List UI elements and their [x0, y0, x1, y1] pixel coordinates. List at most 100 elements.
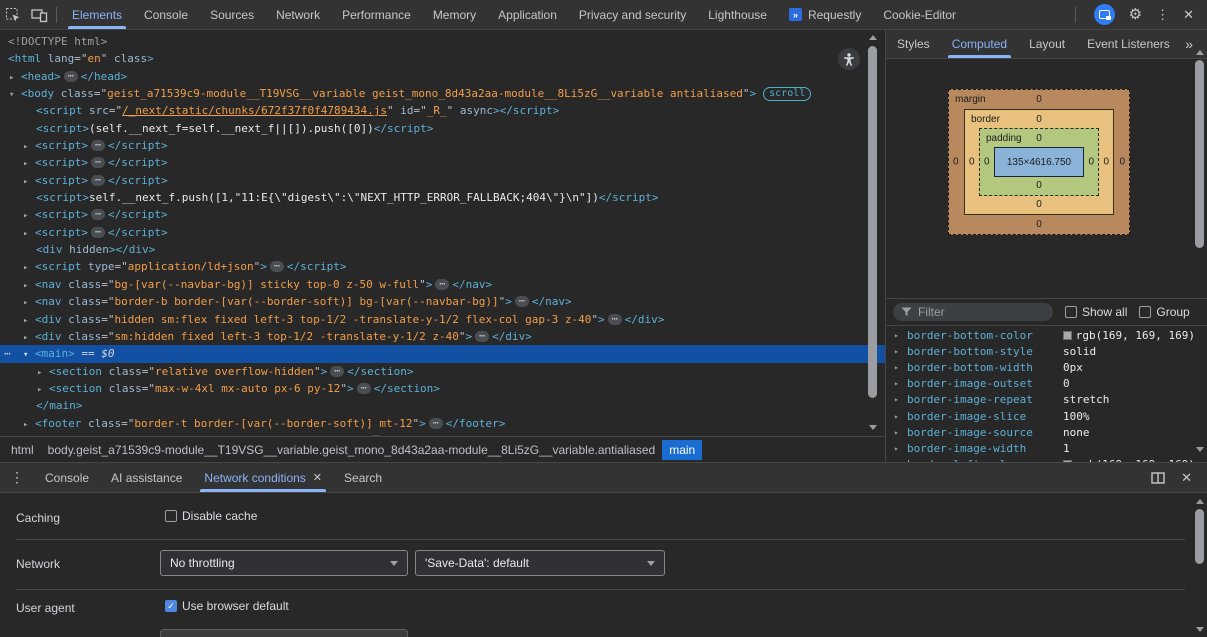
device-toolbar-icon[interactable]: [26, 2, 52, 28]
inline-expand-icon[interactable]: ⋯: [269, 261, 284, 273]
dom-tree-row[interactable]: ⋯ ▾ <main> == $0: [0, 345, 885, 363]
tab-network[interactable]: Network: [265, 0, 331, 29]
expand-arrow-icon[interactable]: ▸: [894, 444, 907, 453]
computed-property-row[interactable]: ▸ border-bottom-width 0px: [886, 359, 1195, 375]
inline-expand-icon[interactable]: ⋯: [90, 157, 106, 169]
accessibility-icon[interactable]: [838, 48, 860, 70]
box-model-content[interactable]: 135×4616.750: [994, 147, 1084, 177]
inline-expand-icon[interactable]: ⋯: [90, 226, 106, 238]
disable-cache-checkbox-box[interactable]: [165, 510, 177, 522]
dom-tree-row[interactable]: ▸ <section class="max-w-4xl mx-auto px-6 …: [0, 380, 885, 397]
expand-arrow-icon[interactable]: ▸: [894, 395, 907, 404]
dom-tree-row[interactable]: <script>self.__next_f.push([1,"11:E{\"di…: [0, 189, 885, 206]
computed-property-row[interactable]: ▸ border-image-slice 100%: [886, 408, 1195, 424]
drawer-menu-icon[interactable]: ⋮: [0, 469, 34, 486]
computed-property-row[interactable]: ▸ border-bottom-style solid: [886, 343, 1195, 359]
border-left-value[interactable]: 0: [969, 157, 975, 168]
use-browser-default-checkbox[interactable]: ✓ Use browser default: [165, 599, 289, 613]
tab-memory[interactable]: Memory: [422, 0, 487, 29]
computed-property-row[interactable]: ▸ border-image-repeat stretch: [886, 392, 1195, 408]
dom-tree-row[interactable]: ▸ <nav class="bg-[var(--navbar-bg)] stick…: [0, 276, 885, 293]
inline-expand-icon[interactable]: ⋯: [428, 417, 443, 429]
tab-elements[interactable]: Elements: [61, 0, 133, 29]
dom-tree-row[interactable]: ▸ <script> ⋯ </script>: [0, 206, 885, 223]
settings-gear-icon[interactable]: ⚙: [1129, 7, 1142, 22]
scroll-up-arrow[interactable]: [1196, 50, 1204, 55]
dom-tree-row[interactable]: ▸ <div class="hidden sm:flex fixed left-3…: [0, 311, 885, 328]
dom-tree-row[interactable]: ▾ <body class="geist_a71539c9-module__T19…: [0, 85, 885, 102]
dom-tree-row[interactable]: ▸ <div class="sm:hidden fixed left-3 top-…: [0, 328, 885, 345]
drawer-tab-console[interactable]: Console: [34, 463, 100, 492]
breadcrumb-item-main[interactable]: main: [662, 439, 703, 460]
dom-tree-row[interactable]: ▸ <head> ⋯ </head>: [0, 68, 885, 85]
expand-arrow-icon[interactable]: ▸: [894, 331, 907, 340]
inline-expand-icon[interactable]: ⋯: [607, 313, 622, 325]
show-all-checkbox[interactable]: Show all: [1065, 305, 1127, 319]
group-checkbox[interactable]: Group: [1139, 305, 1190, 319]
inline-expand-icon[interactable]: ⋯: [63, 70, 78, 82]
drawer-tab-ai-assistance[interactable]: AI assistance: [100, 463, 193, 492]
padding-bottom-value[interactable]: 0: [980, 180, 1098, 191]
throttling-select[interactable]: No throttling: [160, 550, 408, 576]
tab-sources[interactable]: Sources: [199, 0, 265, 29]
dom-tree-row[interactable]: </main>: [0, 397, 885, 414]
sidebar-tab-layout[interactable]: Layout: [1018, 30, 1076, 58]
margin-left-value[interactable]: 0: [953, 157, 959, 168]
tab-lighthouse[interactable]: Lighthouse: [697, 0, 778, 29]
padding-top-value[interactable]: 0: [980, 133, 1098, 144]
box-model-margin[interactable]: margin 0 0 0 0 border 0 0 0 0 padding 0 …: [948, 89, 1130, 235]
expand-arrow-icon[interactable]: ▸: [894, 428, 907, 437]
scrollbar-thumb[interactable]: [868, 46, 877, 398]
expand-arrow-icon[interactable]: ▸: [894, 347, 907, 356]
padding-right-value[interactable]: 0: [1088, 157, 1094, 168]
computed-property-row[interactable]: ▸ border-image-width 1: [886, 440, 1195, 456]
dom-tree-row[interactable]: ▸ <script> ⋯ </script>: [0, 172, 885, 189]
sidebar-tab-event-listeners[interactable]: Event Listeners: [1076, 30, 1181, 58]
padding-left-value[interactable]: 0: [984, 157, 990, 168]
inline-expand-icon[interactable]: ⋯: [90, 140, 106, 152]
more-menu-icon[interactable]: ⋮: [1156, 8, 1169, 21]
inline-expand-icon[interactable]: ⋯: [435, 278, 450, 290]
inline-expand-icon[interactable]: ⋯: [90, 174, 106, 186]
drawer-tab-search[interactable]: Search: [333, 463, 393, 492]
dom-tree-row[interactable]: <script src="/_next/static/chunks/672f37…: [0, 102, 885, 119]
dom-tree-row[interactable]: ▸ <script> ⋯ </script>: [0, 154, 885, 171]
scroll-down-arrow[interactable]: [1196, 447, 1204, 452]
breadcrumb-item-html[interactable]: html: [4, 440, 41, 460]
border-bottom-value[interactable]: 0: [965, 199, 1113, 210]
scroll-up-arrow[interactable]: [869, 35, 877, 40]
dom-tree-row[interactable]: ▸ <script> ⋯ </script>: [0, 224, 885, 241]
scroll-down-arrow[interactable]: [1196, 627, 1204, 632]
tab-cookie-editor[interactable]: Cookie-Editor: [872, 0, 967, 29]
border-top-value[interactable]: 0: [965, 114, 1113, 125]
inspect-element-icon[interactable]: [0, 2, 26, 28]
use-browser-default-checkbox-box[interactable]: ✓: [165, 600, 177, 612]
inline-expand-icon[interactable]: ⋯: [475, 330, 490, 342]
inline-expand-icon[interactable]: ⋯: [356, 382, 371, 394]
scrollbar-thumb[interactable]: [1195, 509, 1204, 564]
border-right-value[interactable]: 0: [1103, 157, 1109, 168]
sidebar-tab-computed[interactable]: Computed: [941, 30, 1018, 58]
scroll-down-arrow[interactable]: [869, 425, 877, 430]
screencast-icon[interactable]: [1093, 4, 1115, 25]
computed-property-row[interactable]: ▸ border-image-outset 0: [886, 376, 1195, 392]
tab-requestly[interactable]: » Requestly: [778, 0, 872, 29]
margin-top-value[interactable]: 0: [949, 94, 1129, 105]
sidebar-tab-styles[interactable]: Styles: [886, 30, 941, 58]
inline-expand-icon[interactable]: ⋯: [514, 296, 529, 308]
margin-bottom-value[interactable]: 0: [949, 219, 1129, 230]
scrollbar-thumb[interactable]: [1195, 60, 1204, 248]
dom-tree-row[interactable]: ▸ <script> ⋯ </script>: [0, 137, 885, 154]
box-model-padding[interactable]: padding 0 0 0 0 135×4616.750: [979, 128, 1099, 196]
group-checkbox-box[interactable]: [1139, 306, 1152, 318]
dom-tree-row[interactable]: <html lang="en" class>: [0, 50, 885, 67]
box-model-border[interactable]: border 0 0 0 0 padding 0 0 0 0 135×4616.…: [964, 109, 1114, 215]
user-agent-input[interactable]: [160, 629, 408, 637]
expand-arrow-icon[interactable]: ▸: [894, 379, 907, 388]
computed-property-row[interactable]: ▸ border-bottom-color rgb(169, 169, 169): [886, 327, 1195, 343]
inline-expand-icon[interactable]: ⋯: [330, 365, 345, 377]
expand-arrow-icon[interactable]: ▸: [894, 412, 907, 421]
expand-arrow-icon[interactable]: ▸: [894, 363, 907, 372]
save-data-select[interactable]: 'Save-Data': default: [415, 550, 665, 576]
tab-application[interactable]: Application: [487, 0, 568, 29]
